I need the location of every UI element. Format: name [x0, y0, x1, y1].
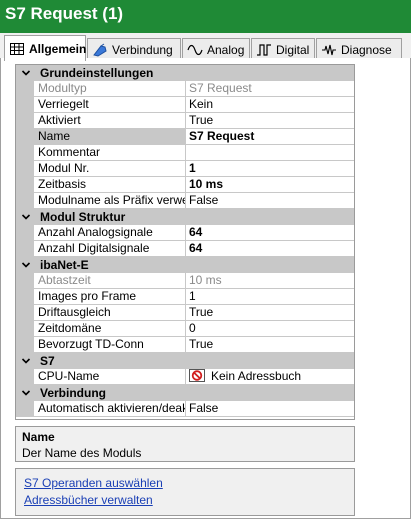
property-label: CPU-Name [34, 369, 186, 385]
category-label: Modul Struktur [40, 210, 126, 224]
analog-wave-icon [187, 43, 203, 57]
tab-analog[interactable]: Analog [182, 38, 250, 60]
s7-operanden-link[interactable]: S7 Operanden auswählen [24, 476, 163, 490]
category-verbindung[interactable]: Verbindung [16, 385, 354, 401]
property-images-pro-frame[interactable]: Images pro Frame 1 [16, 289, 354, 305]
property-modulname-praefix[interactable]: Modulname als Präfix verwer False [16, 193, 354, 209]
property-value[interactable]: 1 [186, 289, 354, 305]
commands-panel: S7 Operanden auswählen Adressbücher verw… [15, 468, 355, 516]
property-bevorzugt-td-conn[interactable]: Bevorzugt TD-Conn True [16, 337, 354, 353]
no-address-book-icon [189, 369, 205, 382]
property-label: Aktiviert [34, 113, 186, 129]
diagnose-icon [321, 43, 337, 57]
property-zeitdomaene[interactable]: Zeitdomäne 0 [16, 321, 354, 337]
property-grid[interactable]: Grundeinstellungen Modultyp S7 Request V… [15, 64, 355, 420]
property-value[interactable]: False [186, 401, 354, 417]
property-label: Automatisch aktivieren/deakt [34, 401, 186, 417]
description-text: Der Name des Moduls [22, 446, 142, 460]
category-label: Grundeinstellungen [40, 66, 154, 80]
property-label: Kommentar [34, 145, 186, 161]
tab-label: Verbindung [112, 42, 173, 57]
property-anzahl-digitalsignale[interactable]: Anzahl Digitalsignale 64 [16, 241, 354, 257]
property-label: Modul Nr. [34, 161, 186, 177]
property-label: Zeitdomäne [34, 321, 186, 337]
property-label: Anzahl Digitalsignale [34, 241, 186, 257]
property-value-cpu-name[interactable]: Kein Adressbuch [186, 369, 354, 385]
property-verriegelt[interactable]: Verriegelt Kein [16, 97, 354, 113]
connection-icon [92, 43, 108, 57]
property-driftausgleich[interactable]: Driftausgleich True [16, 305, 354, 321]
property-value[interactable]: True [186, 305, 354, 321]
property-value[interactable]: 64 [186, 225, 354, 241]
property-modultyp[interactable]: Modultyp S7 Request [16, 81, 354, 97]
property-label: Modulname als Präfix verwer [34, 193, 186, 209]
property-label: Verriegelt [34, 97, 186, 113]
property-modul-nr[interactable]: Modul Nr. 1 [16, 161, 354, 177]
property-label: Bevorzugt TD-Conn [34, 337, 186, 353]
property-value[interactable]: 64 [186, 241, 354, 257]
tab-label: Digital [276, 42, 310, 57]
tab-digital[interactable]: Digital [251, 38, 315, 60]
tab-allgemein[interactable]: Allgemein [4, 35, 86, 61]
category-label: ibaNet-E [40, 258, 89, 272]
property-anzahl-analogsignale[interactable]: Anzahl Analogsignale 64 [16, 225, 354, 241]
chevron-down-icon[interactable] [21, 260, 31, 270]
property-value: 10 ms [186, 273, 354, 289]
window-title: S7 Request (1) [5, 4, 124, 23]
chevron-down-icon[interactable] [21, 68, 31, 78]
description-panel: Name Der Name des Moduls [15, 426, 355, 462]
property-label: Modultyp [34, 81, 186, 97]
property-value[interactable]: S7 Request [186, 129, 354, 145]
property-aktiviert[interactable]: Aktiviert True [16, 113, 354, 129]
tab-panel-allgemein: Grundeinstellungen Modultyp S7 Request V… [0, 58, 411, 519]
tab-verbindung[interactable]: Verbindung [87, 38, 181, 60]
description-title: Name [22, 430, 55, 444]
property-label: Abtastzeit [34, 273, 186, 289]
tab-label: Analog [207, 42, 245, 57]
chevron-down-icon[interactable] [21, 388, 31, 398]
category-label: Verbindung [40, 386, 106, 400]
property-value[interactable] [186, 145, 354, 161]
property-abtastzeit[interactable]: Abtastzeit 10 ms [16, 273, 354, 289]
tab-label: Allgemein [29, 41, 87, 56]
tab-strip: Allgemein Verbindung Analog Digital Diag… [0, 33, 411, 91]
title-bar: S7 Request (1) [0, 0, 411, 33]
property-label: Zeitbasis [34, 177, 186, 193]
cpu-name-text: Kein Adressbuch [211, 369, 302, 383]
tab-label: Diagnose [341, 42, 392, 57]
chevron-down-icon[interactable] [21, 356, 31, 366]
property-cpu-name[interactable]: CPU-Name Kein Adressbuch [16, 369, 354, 385]
tab-diagnose[interactable]: Diagnose [316, 38, 402, 60]
category-label: S7 [40, 354, 55, 368]
property-kommentar[interactable]: Kommentar [16, 145, 354, 161]
category-modul-struktur[interactable]: Modul Struktur [16, 209, 354, 225]
property-label: Anzahl Analogsignale [34, 225, 186, 241]
property-value[interactable]: 10 ms [186, 177, 354, 193]
property-value[interactable]: 1 [186, 161, 354, 177]
chevron-down-icon[interactable] [21, 212, 31, 222]
digital-signal-icon [256, 43, 272, 57]
property-value: S7 Request [186, 81, 354, 97]
property-label: Driftausgleich [34, 305, 186, 321]
adressbuecher-link[interactable]: Adressbücher verwalten [24, 493, 153, 507]
category-grundeinstellungen[interactable]: Grundeinstellungen [16, 65, 354, 81]
category-ibanet-e[interactable]: ibaNet-E [16, 257, 354, 273]
property-label: Images pro Frame [34, 289, 186, 305]
property-label: Name [34, 129, 186, 145]
property-name[interactable]: Name S7 Request [16, 129, 354, 145]
category-s7[interactable]: S7 [16, 353, 354, 369]
property-value[interactable]: True [186, 337, 354, 353]
property-value[interactable]: True [186, 113, 354, 129]
property-value[interactable]: Kein [186, 97, 354, 113]
property-value[interactable]: 0 [186, 321, 354, 337]
property-value[interactable]: False [186, 193, 354, 209]
property-zeitbasis[interactable]: Zeitbasis 10 ms [16, 177, 354, 193]
grid-icon [9, 42, 25, 56]
property-auto-aktivieren[interactable]: Automatisch aktivieren/deakt False [16, 401, 354, 417]
